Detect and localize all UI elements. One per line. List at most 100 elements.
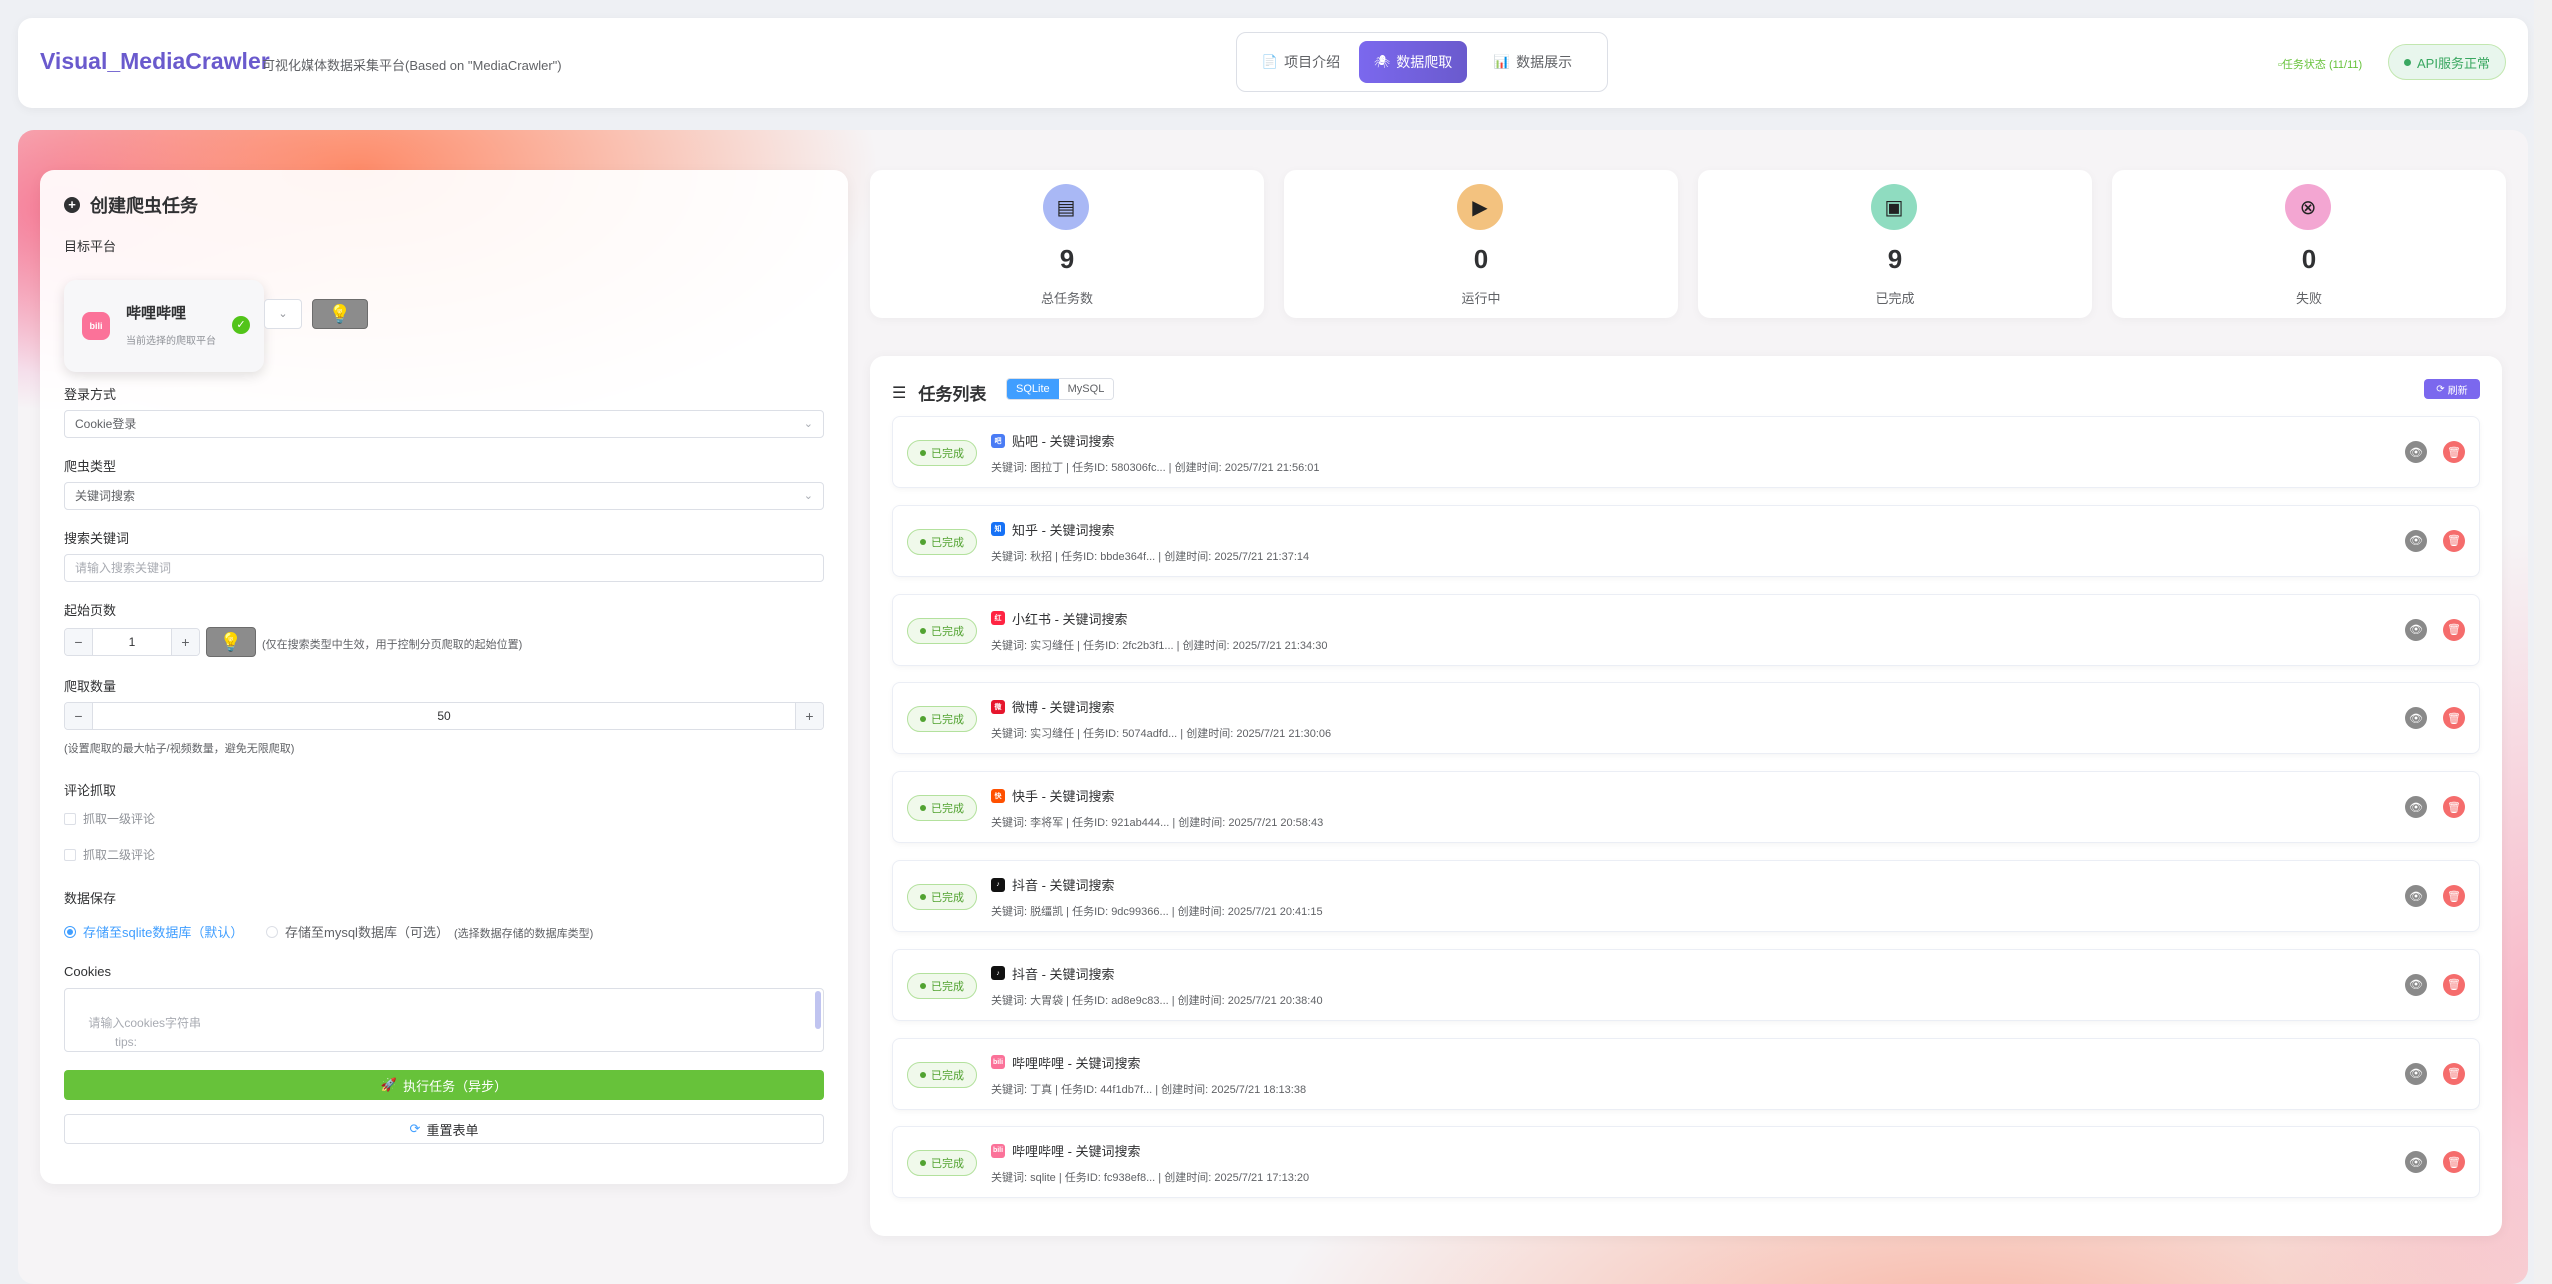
brand-title[interactable]: Visual_MediaCrawler <box>40 48 270 75</box>
platform-hint: 当前选择的爬取平台 <box>126 336 216 347</box>
checkbox-box[interactable] <box>64 812 76 825</box>
run-task-button[interactable]: 🚀 执行任务（异步） <box>64 1070 824 1100</box>
delete-button[interactable]: 🗑 <box>2443 529 2465 552</box>
trash-icon: 🗑 <box>2447 890 2461 903</box>
save-mysql-radio[interactable]: 存储至mysql数据库（可选） <box>266 922 449 941</box>
increment-button[interactable]: + <box>171 629 199 655</box>
task-title: ♪ 抖音 - 关键词搜索 <box>991 875 1115 894</box>
count-stepper[interactable]: − 50 + <box>64 702 824 730</box>
task-title: 快快手 - 关键词搜索 <box>991 786 1115 805</box>
increment-button[interactable]: + <box>795 703 823 729</box>
task-title: 知知乎 - 关键词搜索 <box>991 520 1115 539</box>
view-eye-button[interactable]: 👁 <box>2405 885 2427 907</box>
task-row[interactable]: 已完成知知乎 - 关键词搜索 关键词: 秋招 | 任务ID: bbde364f..… <box>892 504 2480 577</box>
stat-label: 失败 <box>2295 291 2322 306</box>
task-row[interactable]: 已完成红小红书 - 关键词搜索 关键词: 实习缝任 | 任务ID: 2fc2b3f… <box>892 593 2480 666</box>
tab-sqlite[interactable]: SQLite <box>1007 379 1059 399</box>
comment-level2-checkbox[interactable]: 抓取二级评论 <box>64 846 155 863</box>
radio-dot[interactable] <box>266 925 278 938</box>
save-sqlite-radio[interactable]: 存储至sqlite数据库（默认） <box>64 922 243 941</box>
stat-value: 0 <box>2301 244 2317 274</box>
delete-button[interactable]: 🗑 <box>2443 707 2465 730</box>
keyword-input[interactable]: 请输入搜索关键词 <box>64 554 824 582</box>
task-row[interactable]: 已完成快快手 - 关键词搜索 关键词: 李将军 | 任务ID: 921ab444.… <box>892 771 2480 844</box>
status-dot-icon <box>920 894 926 900</box>
task-row[interactable]: 已完成 bili 哔哩哔哩 - 关键词搜索 关键词: 丁真 | 任务ID: 44f1d… <box>892 1037 2480 1110</box>
cookies-label: Cookies <box>64 964 111 979</box>
refresh-button[interactable]: ⟳ 刷新 <box>2424 379 2480 399</box>
delete-button[interactable]: 🗑 <box>2443 441 2465 463</box>
status-badge: 已完成 <box>907 617 977 644</box>
platform-card[interactable]: bili 哔哩哔哩 当前选择的爬取平台 ✓ <box>64 280 264 372</box>
status-badge: 已完成 <box>907 884 977 910</box>
delete-button[interactable]: 🗑 <box>2443 1062 2465 1085</box>
nav-data-display[interactable]: 📊 数据展示 <box>1469 41 1597 83</box>
trash-icon: 🗑 <box>2447 446 2461 459</box>
trash-icon: 🗑 <box>2447 801 2461 814</box>
radio-dot[interactable] <box>64 925 76 938</box>
delete-button[interactable]: 🗑 <box>2443 618 2465 641</box>
nav-label: 数据爬取 <box>1396 54 1453 70</box>
delete-button[interactable]: 🗑 <box>2443 885 2465 907</box>
comment-label: 评论抓取 <box>64 783 117 798</box>
task-row[interactable]: 已完成 ♪ 抖音 - 关键词搜索 关键词: 大胃袋 | 任务ID: ad8e9c83.… <box>892 948 2480 1021</box>
status-dot-icon <box>920 805 926 812</box>
document-icon: 📄 <box>1261 54 1279 69</box>
kuaishou-logo-icon: 快 <box>991 788 1005 803</box>
tip-bulb-button[interactable]: 💡 <box>312 299 368 329</box>
start-page-stepper[interactable]: − 1 + <box>64 628 200 656</box>
start-page-tip-button[interactable]: 💡 <box>206 627 256 657</box>
view-eye-button[interactable]: 👁 <box>2405 707 2427 730</box>
view-eye-button[interactable]: 👁 <box>2405 1151 2427 1174</box>
platform-dropdown[interactable]: ⌄ <box>264 299 302 329</box>
stat-value: 9 <box>1887 244 1903 274</box>
list-icon: ☰ <box>892 384 907 402</box>
lightbulb-icon: 💡 <box>219 631 243 652</box>
status-dot-icon <box>920 1160 926 1167</box>
comment-level1-checkbox[interactable]: 抓取一级评论 <box>64 810 155 827</box>
decrement-button[interactable]: − <box>65 703 93 729</box>
task-row[interactable]: 已完成吧贴吧 - 关键词搜索 关键词: 图拉丁 | 任务ID: 580306fc.… <box>892 416 2480 488</box>
bilibili-logo-icon: bili <box>991 1143 1005 1158</box>
view-eye-button[interactable]: 👁 <box>2405 529 2427 552</box>
save-label: 数据保存 <box>64 891 117 906</box>
stat-value: 0 <box>1473 244 1489 274</box>
top-header: Visual_MediaCrawler 可视化媒体数据采集平台(Based on… <box>18 18 2528 108</box>
task-row[interactable]: 已完成微微博 - 关键词搜索 关键词: 实习缝任 | 任务ID: 5074adfd… <box>892 682 2480 755</box>
delete-button[interactable]: 🗑 <box>2443 796 2465 819</box>
view-eye-button[interactable]: 👁 <box>2405 973 2427 996</box>
start-page-value[interactable]: 1 <box>93 629 171 655</box>
nav-data-crawl[interactable]: 🕷 数据爬取 <box>1359 41 1467 83</box>
nav-project-intro[interactable]: 📄 项目介绍 <box>1245 41 1357 83</box>
crawler-icon: 🕷 <box>1373 54 1391 69</box>
decrement-button[interactable]: − <box>65 629 93 655</box>
view-eye-button[interactable]: 👁 <box>2405 441 2427 463</box>
task-row[interactable]: 已完成 ♪ 抖音 - 关键词搜索 关键词: 脱缰凯 | 任务ID: 9dc99366.… <box>892 860 2480 932</box>
crawler-type-select[interactable]: 关键词搜索 ⌄ <box>64 482 824 510</box>
status-dot-icon <box>920 982 926 989</box>
delete-button[interactable]: 🗑 <box>2443 973 2465 996</box>
eye-icon: 👁 <box>2409 446 2423 459</box>
task-row[interactable]: 已完成 bili 哔哩哔哩 - 关键词搜索 关键词: sqlite | 任务ID: f… <box>892 1126 2480 1199</box>
view-eye-button[interactable]: 👁 <box>2405 1062 2427 1085</box>
close-circle-icon: ⊗ <box>2285 184 2331 230</box>
reset-form-button[interactable]: ⟳ 重置表单 <box>64 1114 824 1144</box>
view-eye-button[interactable]: 👁 <box>2405 618 2427 641</box>
login-method-select[interactable]: Cookie登录 ⌄ <box>64 410 824 438</box>
cookies-textarea[interactable]: 请输入cookies字符串 tips: 1.非必填项（可能无法爬取仅登录用户可查… <box>64 988 824 1052</box>
task-title: ♪ 抖音 - 关键词搜索 <box>991 964 1115 983</box>
count-value[interactable]: 50 <box>93 703 795 729</box>
delete-button[interactable]: 🗑 <box>2443 1151 2465 1174</box>
page-scrollbar[interactable] <box>2534 0 2552 1284</box>
status-dot-icon <box>920 627 926 634</box>
view-eye-button[interactable]: 👁 <box>2405 796 2427 819</box>
status-badge: 已完成 <box>907 528 977 555</box>
stat-label: 总任务数 <box>1040 291 1093 306</box>
eye-icon: 👁 <box>2409 979 2423 992</box>
nav-label: 数据展示 <box>1516 54 1573 70</box>
checkbox-box[interactable] <box>64 848 76 861</box>
stat-total-tasks: ▤ 9 总任务数 <box>870 170 1264 318</box>
tab-mysql[interactable]: MySQL <box>1058 379 1114 399</box>
task-list-title: ☰ 任务列表 <box>892 384 987 405</box>
textarea-scrollbar[interactable] <box>815 991 821 1029</box>
